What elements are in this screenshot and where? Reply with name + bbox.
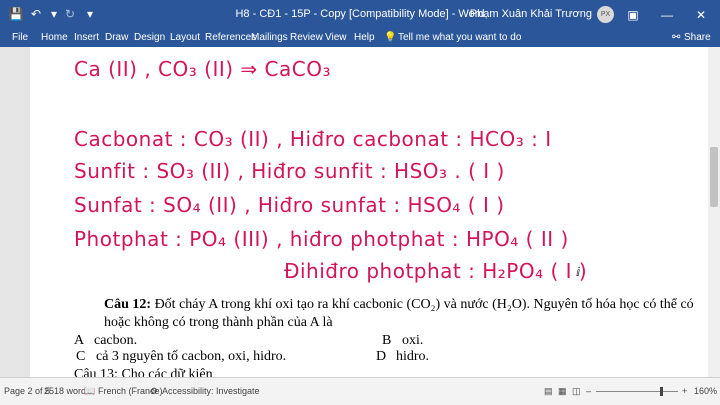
option-c-letter: C [76,349,86,364]
ink-line-1: Ca (II) , CO₃ (II) ⇒ CaCO₃ [74,57,331,81]
read-mode-icon[interactable]: ▤ [544,386,553,397]
minimize-icon[interactable]: — [650,0,684,30]
tab-review[interactable]: Review [290,32,323,43]
option-b-text: oxi. [402,333,424,348]
zoom-out-icon[interactable]: – [586,386,591,396]
ink-line-4: Sunfat : SO₄ (II) , Hiđro sunfat : HSO₄ … [74,193,505,217]
option-c-text: cả 3 nguyên tố cacbon, oxi, hidro. [96,349,287,364]
status-bar: Page 2 of 5 2518 words 📖 French (France)… [0,377,720,405]
share-button[interactable]: Share [684,32,711,43]
tab-mailings[interactable]: Mailings [251,32,288,43]
option-d-text: hidro. [396,349,430,364]
tab-references[interactable]: References [205,32,256,43]
ribbon-display-icon[interactable]: ▣ [616,0,650,30]
avatar[interactable]: PX [597,6,614,23]
ribbon-tabs: File Home Insert Draw Design Layout Refe… [0,30,720,47]
accessibility-icon: ⚙ [150,386,159,396]
tab-help[interactable]: Help [354,32,375,43]
question-12: Câu 12: Đốt cháy A trong khí oxi tạo ra … [104,297,694,313]
proofing-icon[interactable]: 📖 [84,386,95,397]
tab-file[interactable]: File [12,32,28,43]
tell-me-search[interactable]: Tell me what you want to do [398,32,521,43]
vertical-scrollbar[interactable] [708,47,720,377]
text-cursor-icon: ⅈ [576,265,581,279]
next-question-partial: Câu 13: Cho các dữ kiện [74,367,213,377]
user-name[interactable]: Phạm Xuân Khải Trương [470,8,592,20]
tab-design[interactable]: Design [134,32,165,43]
ink-line-6: Đihiđro photphat : H₂PO₄ ( I ) [284,259,588,283]
ink-line-2: Cacbonat : CO₃ (II) , Hiđro cacbonat : H… [74,127,552,151]
tab-view[interactable]: View [325,32,347,43]
web-layout-icon[interactable]: ◫ [572,386,581,397]
ink-line-5: Photphat : PO₄ (III) , hiđro photphat : … [74,227,569,251]
print-layout-icon[interactable]: ▦ [558,386,567,397]
zoom-slider-thumb[interactable] [660,387,663,396]
tab-layout[interactable]: Layout [170,32,200,43]
accessibility-status[interactable]: Accessibility: Investigate [162,386,260,396]
ink-line-3: Sunfit : SO₃ (II) , Hiđro sunfit : HSO₃ … [74,159,505,183]
option-a-text: cacbon. [94,333,138,348]
question-line-2: hoặc không có trong thành phần của A là [104,315,333,330]
tab-home[interactable]: Home [41,32,68,43]
scrollbar-thumb[interactable] [710,147,718,207]
option-b-letter: B [382,333,392,348]
tab-draw[interactable]: Draw [105,32,128,43]
zoom-level[interactable]: 160% [694,386,717,396]
title-bar: 💾 ↶ ▾ ↻ ▾ H8 - CĐ1 - 15P - Copy [Compati… [0,0,720,30]
zoom-slider[interactable] [596,391,678,392]
zoom-in-icon[interactable]: + [682,386,687,396]
tab-insert[interactable]: Insert [74,32,99,43]
lightbulb-icon: 💡 [384,32,397,43]
question-label: Câu 12: [104,297,152,312]
document-page[interactable]: Ca (II) , CO₃ (II) ⇒ CaCO₃ Cacbonat : CO… [30,47,710,377]
question-line-1: Đốt cháy A trong khí oxi tạo ra khí cacb… [151,297,694,312]
close-icon[interactable]: ✕ [684,0,718,30]
share-icon: ⚯ [672,32,681,43]
option-a-letter: A [74,333,85,348]
document-canvas: Ca (II) , CO₃ (II) ⇒ CaCO₃ Cacbonat : CO… [0,47,720,377]
option-d-letter: D [376,349,387,364]
